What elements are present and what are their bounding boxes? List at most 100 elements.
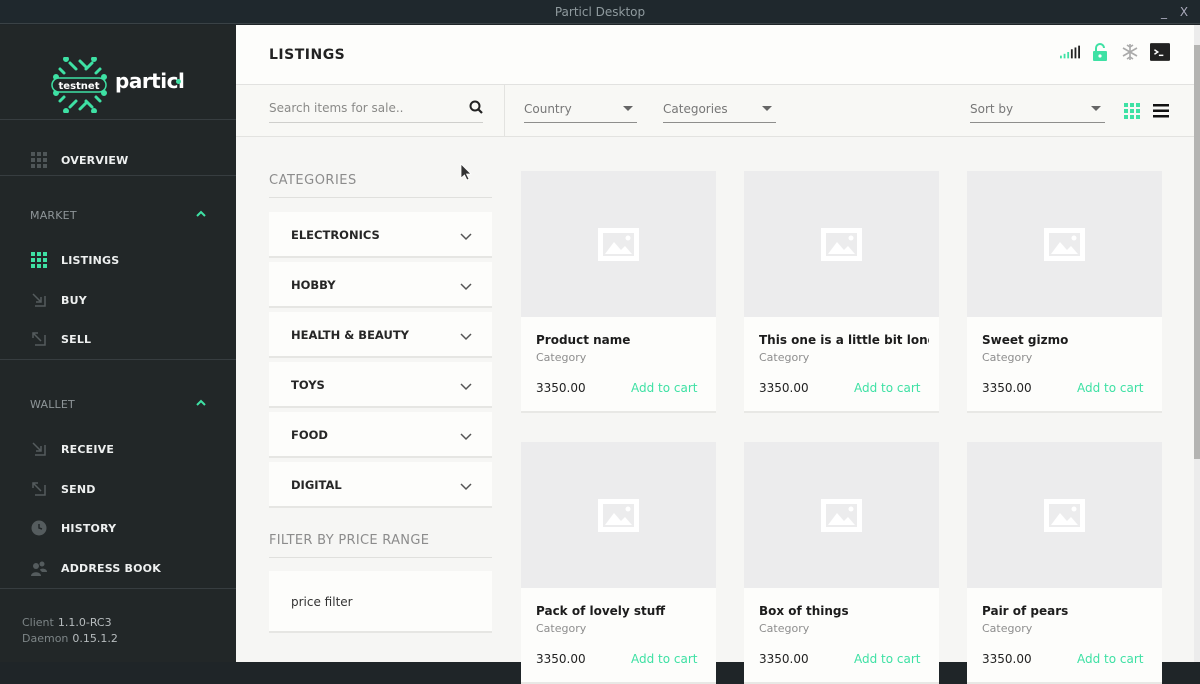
listing-card[interactable]: Pack of lovely stuff Category 3350.00 Ad… <box>521 442 716 684</box>
listing-price: 3350.00 <box>759 652 809 666</box>
console-icon[interactable] <box>1150 43 1170 61</box>
section-label: MARKET <box>30 209 77 222</box>
category-label: HEALTH & BEAUTY <box>291 328 409 342</box>
client-version-value: 1.1.0-RC3 <box>57 616 112 629</box>
category-label: ELECTRONICS <box>291 228 380 242</box>
scrollbar-thumb[interactable] <box>1194 45 1200 459</box>
minimize-button[interactable]: _ <box>1156 0 1172 24</box>
scrollbar[interactable] <box>1194 25 1200 662</box>
sidebar-item-label: HISTORY <box>61 521 117 535</box>
listing-card[interactable]: Box of things Category 3350.00 Add to ca… <box>744 442 939 684</box>
listing-price: 3350.00 <box>982 381 1032 395</box>
category-item-hobby[interactable]: HOBBY <box>269 262 492 308</box>
image-placeholder-icon <box>598 228 639 261</box>
category-item-toys[interactable]: TOYS <box>269 362 492 408</box>
sidebar-section-wallet[interactable]: WALLET <box>0 390 236 420</box>
sidebar-divider <box>0 119 236 120</box>
image-placeholder-icon <box>598 499 639 532</box>
page-header: LISTINGS <box>236 25 1200 85</box>
grid-view-icon[interactable] <box>1124 103 1140 119</box>
daemon-version: Daemon 0.15.1.2 <box>22 632 118 645</box>
search-input[interactable] <box>269 98 459 115</box>
sidebar-divider <box>0 588 236 589</box>
sidebar-item-receive[interactable]: RECEIVE <box>0 431 236 467</box>
image-placeholder-icon <box>821 499 862 532</box>
status-icons <box>1060 43 1170 61</box>
add-to-cart-button[interactable]: Add to cart <box>1077 652 1144 666</box>
add-to-cart-button[interactable]: Add to cart <box>1077 381 1144 395</box>
listing-card[interactable]: Sweet gizmo Category 3350.00 Add to cart <box>967 171 1162 413</box>
section-divider <box>269 557 492 558</box>
sidebar-item-buy[interactable]: BUY <box>0 282 236 318</box>
chevron-up-icon <box>196 210 206 217</box>
listing-name[interactable]: Pair of pears <box>982 604 1152 618</box>
unlocked-icon[interactable] <box>1090 43 1110 61</box>
price-filter-label: price filter <box>291 595 353 609</box>
listing-name[interactable]: Box of things <box>759 604 929 618</box>
close-button[interactable]: X <box>1176 0 1192 24</box>
add-to-cart-button[interactable]: Add to cart <box>854 652 921 666</box>
sidebar-item-label: RECEIVE <box>61 442 115 456</box>
brand-dot <box>176 79 181 84</box>
category-item-digital[interactable]: DIGITAL <box>269 462 492 508</box>
listing-image <box>967 442 1162 588</box>
sidebar-item-label: SELL <box>61 332 92 346</box>
listing-category: Category <box>759 622 810 635</box>
listing-card[interactable]: Product name Category 3350.00 Add to car… <box>521 171 716 413</box>
add-to-cart-button[interactable]: Add to cart <box>854 381 921 395</box>
sidebar-item-label: OVERVIEW <box>61 153 129 167</box>
sidebar-item-sell[interactable]: SELL <box>0 321 236 357</box>
sort-dropdown[interactable]: Sort by <box>970 97 1105 123</box>
sidebar-item-send[interactable]: SEND <box>0 471 236 507</box>
listing-card[interactable]: Pair of pears Category 3350.00 Add to ca… <box>967 442 1162 684</box>
daemon-version-label: Daemon <box>22 632 69 645</box>
add-to-cart-button[interactable]: Add to cart <box>631 652 698 666</box>
sidebar-section-market[interactable]: MARKET <box>0 201 236 231</box>
add-to-cart-button[interactable]: Add to cart <box>631 381 698 395</box>
image-placeholder-icon <box>1044 228 1085 261</box>
chevron-up-icon <box>196 399 206 406</box>
section-label: WALLET <box>30 398 75 411</box>
listing-card[interactable]: This one is a little bit longer... Categ… <box>744 171 939 413</box>
mouse-cursor-icon <box>460 163 472 181</box>
chevron-down-icon <box>460 483 472 491</box>
listing-image <box>521 171 716 317</box>
listing-category: Category <box>982 622 1033 635</box>
sidebar-item-history[interactable]: HISTORY <box>0 510 236 546</box>
sidebar-item-label: LISTINGS <box>61 253 120 267</box>
categories-dropdown[interactable]: Categories <box>663 97 776 123</box>
listing-name[interactable]: Sweet gizmo <box>982 333 1152 347</box>
signal-icon[interactable] <box>1060 43 1080 61</box>
listing-name[interactable]: This one is a little bit longer... <box>759 333 929 347</box>
list-view-icon[interactable] <box>1153 103 1169 119</box>
sidebar-item-listings[interactable]: LISTINGS <box>0 242 236 278</box>
chevron-down-icon <box>460 383 472 391</box>
section-divider <box>269 197 492 198</box>
listing-category: Category <box>536 351 587 364</box>
country-dropdown[interactable]: Country <box>524 97 637 123</box>
search-icon[interactable] <box>469 100 483 114</box>
search-field[interactable] <box>269 97 483 123</box>
sidebar-item-overview[interactable]: OVERVIEW <box>0 142 236 178</box>
filter-divider <box>504 85 505 137</box>
listing-image <box>744 171 939 317</box>
listing-name[interactable]: Pack of lovely stuff <box>536 604 706 618</box>
price-filter[interactable]: price filter <box>269 571 492 633</box>
arrow-in-icon <box>32 293 46 307</box>
listing-image <box>744 442 939 588</box>
category-item-electronics[interactable]: ELECTRONICS <box>269 212 492 258</box>
caret-down-icon <box>762 106 772 111</box>
category-label: HOBBY <box>291 278 336 292</box>
listing-name[interactable]: Product name <box>536 333 706 347</box>
grid-icon <box>31 152 47 168</box>
sidebar-item-label: SEND <box>61 482 96 496</box>
sidebar: testnet particl OVERVIEW MARKET LISTINGS… <box>0 25 236 662</box>
sidebar-item-label: BUY <box>61 293 87 307</box>
image-placeholder-icon <box>821 228 862 261</box>
daemon-version-value: 0.15.1.2 <box>72 632 118 645</box>
sidebar-item-address-book[interactable]: ADDRESS BOOK <box>0 550 236 586</box>
category-item-food[interactable]: FOOD <box>269 412 492 458</box>
snowflake-icon[interactable] <box>1120 43 1140 61</box>
listing-price: 3350.00 <box>536 381 586 395</box>
category-item-health-beauty[interactable]: HEALTH & BEAUTY <box>269 312 492 358</box>
